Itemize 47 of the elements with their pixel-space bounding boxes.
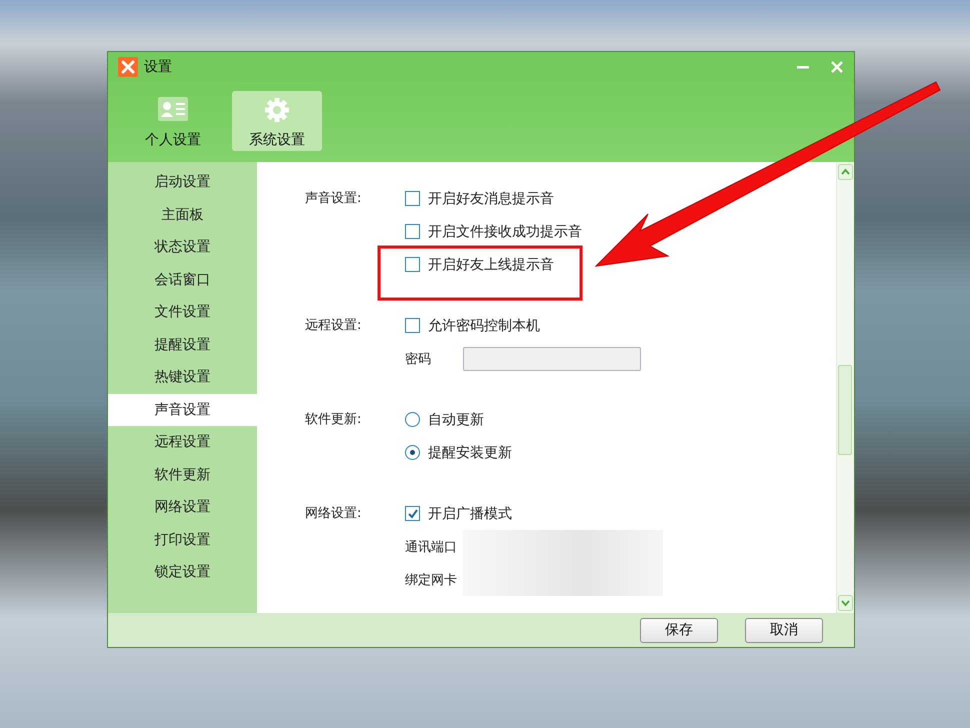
section-label: 远程设置: (305, 317, 362, 335)
cancel-button[interactable]: 取消 (745, 618, 823, 642)
sidebar-item[interactable]: 启动设置 (108, 166, 257, 198)
settings-tab[interactable]: 个人设置 (128, 91, 218, 151)
sidebar-item[interactable]: 锁定设置 (108, 556, 257, 588)
section-label: 声音设置: (305, 190, 362, 208)
checkbox-label[interactable]: 开启文件接收成功提示音 (428, 222, 582, 240)
section-label: 软件更新: (305, 411, 362, 429)
checkbox[interactable] (405, 318, 420, 333)
sidebar-item[interactable]: 会话窗口 (108, 264, 257, 296)
radio-button[interactable] (405, 445, 420, 460)
scrollbar-track[interactable] (836, 162, 854, 613)
checkbox-label[interactable]: 允许密码控制本机 (428, 316, 540, 334)
sidebar-item[interactable]: 提醒设置 (108, 328, 257, 361)
checkbox[interactable] (405, 224, 420, 239)
checkbox-label[interactable]: 开启好友上线提示音 (428, 256, 554, 274)
sidebar-item[interactable]: 状态设置 (108, 231, 257, 264)
sidebar-item[interactable]: 远程设置 (108, 426, 257, 458)
sidebar-item[interactable]: 声音设置 (108, 394, 257, 426)
radio-label[interactable]: 自动更新 (428, 410, 484, 428)
sidebar-item[interactable]: 软件更新 (108, 458, 257, 491)
scroll-down-button[interactable] (838, 595, 853, 611)
close-icon[interactable] (830, 60, 844, 74)
radio-button[interactable] (405, 412, 420, 427)
field-label: 通讯端口 (405, 538, 458, 556)
field-label: 绑定网卡 (405, 572, 458, 588)
contact-card-icon (158, 97, 188, 121)
checkbox-label[interactable]: 开启广播模式 (428, 504, 512, 522)
settings-tab[interactable]: 系统设置 (232, 91, 322, 151)
section-label: 网络设置: (305, 505, 362, 523)
app-logo-icon (118, 56, 138, 76)
gear-icon (264, 97, 290, 123)
sidebar-item[interactable]: 热键设置 (108, 361, 257, 394)
checkbox[interactable] (405, 191, 420, 206)
sidebar-item[interactable]: 主面板 (108, 198, 257, 231)
scrollbar-thumb[interactable] (838, 365, 852, 455)
window-title: 设置 (144, 58, 172, 76)
sidebar-item[interactable]: 网络设置 (108, 491, 257, 524)
sidebar-item[interactable]: 打印设置 (108, 524, 257, 556)
save-button[interactable]: 保存 (640, 618, 718, 642)
sidebar-item[interactable]: 文件设置 (108, 296, 257, 328)
scroll-up-button[interactable] (838, 164, 853, 180)
checkbox-label[interactable]: 开启好友消息提示音 (428, 190, 554, 208)
checkbox[interactable] (405, 506, 420, 521)
radio-label[interactable]: 提醒安装更新 (428, 444, 512, 462)
field-label: 密码 (405, 350, 432, 368)
checkbox[interactable] (405, 257, 420, 272)
